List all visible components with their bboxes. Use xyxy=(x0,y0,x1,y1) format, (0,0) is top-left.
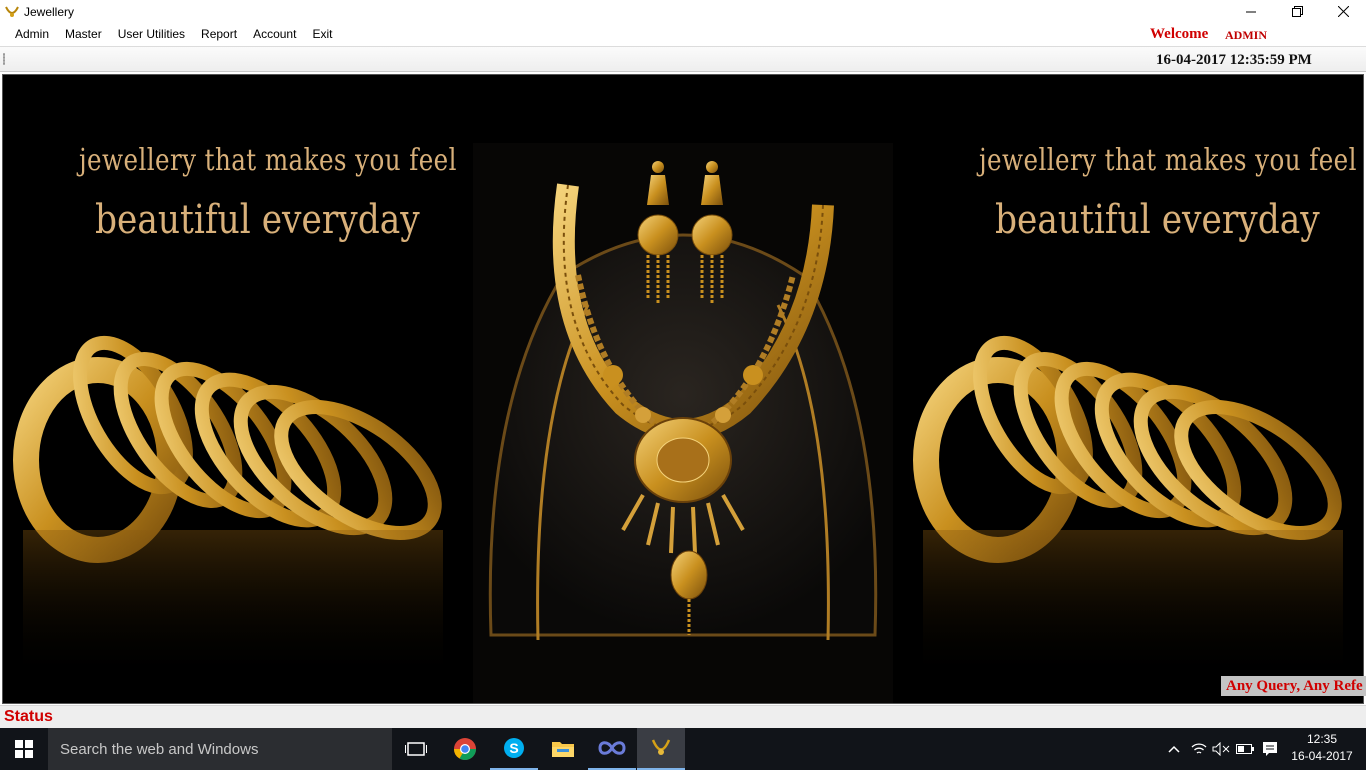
clock-time: 12:35 xyxy=(1306,732,1338,746)
minimize-icon xyxy=(1246,11,1256,12)
taskbar: Search the web and Windows S 12:35 16-04… xyxy=(0,728,1366,770)
menu-admin[interactable]: Admin xyxy=(7,23,57,45)
windows-logo-icon xyxy=(15,740,33,758)
toolstrip-grip[interactable] xyxy=(3,53,5,65)
status-label: Status xyxy=(4,708,53,725)
show-hidden-icons-button[interactable] xyxy=(1164,728,1184,770)
svg-text:S: S xyxy=(509,740,518,756)
taskbar-search[interactable]: Search the web and Windows xyxy=(48,728,392,770)
volume-button[interactable] xyxy=(1210,728,1232,770)
menu-account[interactable]: Account xyxy=(245,23,304,45)
jewellery-app-button[interactable] xyxy=(637,728,685,770)
minimize-button[interactable] xyxy=(1228,0,1274,23)
task-view-icon xyxy=(405,742,427,756)
taskbar-clock[interactable]: 12:35 16-04-2017 xyxy=(1286,731,1358,765)
tagline-right-line2: beautiful everyday xyxy=(995,197,1320,243)
menu-report[interactable]: Report xyxy=(193,23,245,45)
close-button[interactable] xyxy=(1320,0,1366,23)
skype-icon: S xyxy=(504,738,524,758)
banner-image: jewellery that makes you feel beautiful … xyxy=(2,74,1364,704)
query-marquee[interactable]: Any Query, Any Refe xyxy=(1221,676,1366,696)
infinity-icon xyxy=(598,741,626,755)
infinity-app-button[interactable] xyxy=(588,728,636,770)
tool-strip: 16-04-2017 12:35:59 PM xyxy=(0,46,1366,72)
menu-exit[interactable]: Exit xyxy=(304,23,340,45)
bangles-right xyxy=(913,335,1343,680)
current-datetime: 16-04-2017 12:35:59 PM xyxy=(1156,52,1312,68)
status-bar: Status xyxy=(0,705,1366,728)
menu-master[interactable]: Master xyxy=(57,23,110,45)
welcome-label: Welcome xyxy=(1150,26,1209,42)
restore-button[interactable] xyxy=(1274,0,1320,23)
logged-in-user: ADMIN xyxy=(1225,28,1267,42)
restore-icon xyxy=(1291,6,1303,17)
chrome-button[interactable] xyxy=(441,728,489,770)
close-icon xyxy=(1337,6,1349,17)
notification-icon xyxy=(1263,742,1277,756)
folder-icon xyxy=(552,742,574,757)
chrome-icon xyxy=(454,738,476,760)
start-button[interactable] xyxy=(0,728,48,770)
menu-user-utilities[interactable]: User Utilities xyxy=(110,23,193,45)
volume-muted-icon xyxy=(1212,742,1230,756)
action-center-button[interactable] xyxy=(1258,728,1282,770)
clock-date: 16-04-2017 xyxy=(1291,749,1353,763)
task-view-button[interactable] xyxy=(392,728,440,770)
app-necklace-icon xyxy=(4,4,20,20)
tagline-left-line2: beautiful everyday xyxy=(95,197,420,243)
window-title: Jewellery xyxy=(24,4,75,19)
battery-button[interactable] xyxy=(1234,728,1256,770)
wifi-icon xyxy=(1191,743,1207,754)
battery-icon xyxy=(1236,744,1254,754)
title-bar: Jewellery xyxy=(0,0,1366,23)
tagline-right-line1: jewellery that makes you feel xyxy=(979,143,1357,178)
file-explorer-button[interactable] xyxy=(539,728,587,770)
skype-button[interactable]: S xyxy=(490,728,538,770)
search-placeholder: Search the web and Windows xyxy=(60,740,259,758)
tagline-left-line1: jewellery that makes you feel xyxy=(79,143,457,178)
bangles-left xyxy=(13,335,443,680)
chevron-up-icon xyxy=(1168,745,1180,753)
wifi-button[interactable] xyxy=(1188,728,1210,770)
necklace-app-icon xyxy=(651,739,671,755)
